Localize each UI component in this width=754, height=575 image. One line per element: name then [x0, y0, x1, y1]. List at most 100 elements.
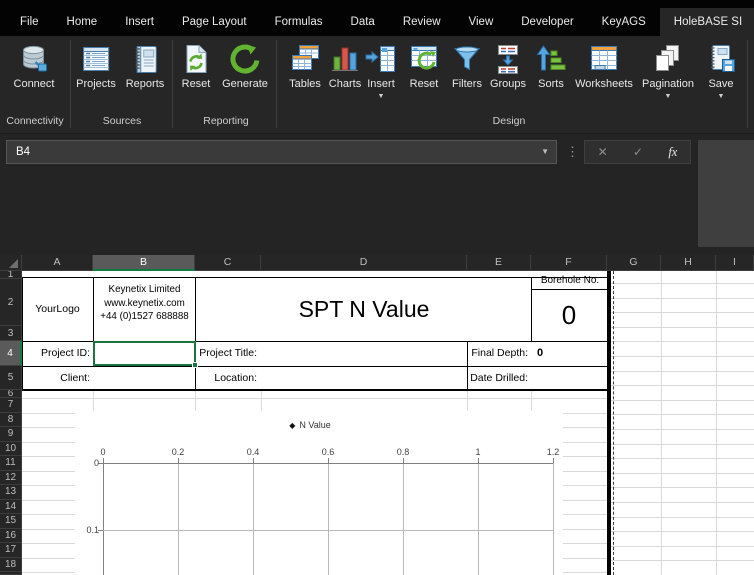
- row-header-9[interactable]: 9: [0, 427, 22, 442]
- tab-file[interactable]: File: [6, 8, 53, 36]
- column-header-G[interactable]: G: [607, 255, 661, 271]
- ribbon-button-sorts[interactable]: Sorts: [534, 42, 568, 90]
- ribbon-button-tables[interactable]: Tables: [288, 42, 322, 90]
- row-header-11[interactable]: 11: [0, 456, 22, 471]
- pagination-pages-icon: [651, 42, 685, 76]
- ribbon-button-groups[interactable]: Groups: [490, 42, 526, 90]
- ribbon-button-generate[interactable]: Generate: [222, 42, 268, 90]
- tab-view[interactable]: View: [455, 8, 508, 36]
- tab-home[interactable]: Home: [53, 8, 112, 36]
- ribbon-button-projects[interactable]: Projects: [76, 42, 116, 90]
- borehole-no-label[interactable]: Borehole No.: [533, 272, 607, 289]
- company-line: +44 (0)1527 688888: [100, 311, 189, 322]
- tab-insert[interactable]: Insert: [111, 8, 168, 36]
- column-header-F[interactable]: F: [531, 255, 607, 271]
- name-box-value: B4: [16, 146, 31, 158]
- column-header-E[interactable]: E: [467, 255, 531, 271]
- spt-chart[interactable]: ◆ N Value 0 0.2 0.4 0.6 0.8 1 1.2 0 0.1: [75, 411, 563, 575]
- group-label-design: Design: [492, 115, 526, 127]
- row-header-15[interactable]: 15: [0, 514, 22, 529]
- tab-data[interactable]: Data: [337, 8, 389, 36]
- tab-keyags[interactable]: KeyAGS: [588, 8, 660, 36]
- row-header-13[interactable]: 13: [0, 485, 22, 500]
- ribbon-button-worksheets[interactable]: Worksheets: [575, 42, 633, 90]
- tab-formulas[interactable]: Formulas: [261, 8, 337, 36]
- row-header-8[interactable]: 8: [0, 412, 22, 427]
- column-header-C[interactable]: C: [195, 255, 261, 271]
- tab-page-layout[interactable]: Page Layout: [168, 8, 261, 36]
- row-header-10[interactable]: 10: [0, 441, 22, 456]
- dropdown-arrow-icon[interactable]: ▼: [364, 93, 398, 100]
- ribbon-button-charts[interactable]: Charts: [328, 42, 362, 90]
- select-all-corner[interactable]: [0, 255, 22, 271]
- side-panel: [698, 140, 754, 247]
- column-header-H[interactable]: H: [661, 255, 716, 271]
- legend-series-name: N Value: [299, 420, 331, 430]
- ribbon: Connect Connectivity Projects Reports Source…: [0, 36, 754, 134]
- database-connect-icon: [17, 42, 51, 76]
- column-header-B[interactable]: B: [93, 255, 195, 271]
- row-header-14[interactable]: 14: [0, 499, 22, 514]
- tab-holebase-si[interactable]: HoleBASE SI: [659, 8, 754, 36]
- row-header-7[interactable]: 7: [0, 398, 22, 413]
- row-header-6[interactable]: 6: [0, 390, 22, 398]
- pane-split-bar[interactable]: [607, 271, 611, 575]
- fill-handle[interactable]: [192, 362, 198, 368]
- worksheet-icon: [587, 42, 621, 76]
- reports-notebook-icon: [128, 42, 162, 76]
- row-header-5[interactable]: 5: [0, 366, 22, 390]
- row-header-4[interactable]: 4: [0, 341, 22, 366]
- tab-review[interactable]: Review: [389, 8, 455, 36]
- row-header-1[interactable]: 1: [0, 271, 22, 279]
- project-title-label[interactable]: Project Title:: [197, 341, 257, 366]
- date-drilled-label[interactable]: Date Drilled:: [469, 366, 528, 390]
- ribbon-button-insert[interactable]: Insert ▼: [364, 42, 398, 100]
- client-label[interactable]: Client:: [24, 366, 90, 390]
- row-header-3[interactable]: 3: [0, 326, 22, 341]
- row-header-16[interactable]: 16: [0, 528, 22, 543]
- ribbon-button-filters[interactable]: Filters: [450, 42, 484, 90]
- column-header-D[interactable]: D: [261, 255, 467, 271]
- select-all-triangle-icon: [9, 259, 18, 268]
- dropdown-arrow-icon[interactable]: ▼: [642, 93, 694, 100]
- active-cell-selection[interactable]: [93, 341, 196, 366]
- formula-bar-handle[interactable]: ⋮: [566, 141, 579, 163]
- ribbon-button-connect[interactable]: Connect: [14, 42, 54, 90]
- row-header-17[interactable]: 17: [0, 543, 22, 558]
- ribbon-button-reset[interactable]: Reset: [407, 42, 441, 90]
- generate-refresh-icon: [228, 42, 262, 76]
- project-id-label[interactable]: Project ID:: [24, 341, 90, 366]
- enter-icon[interactable]: ✓: [633, 145, 643, 159]
- tables-icon: [288, 42, 322, 76]
- ribbon-button-reports[interactable]: Reports: [126, 42, 164, 90]
- insert-function-icon[interactable]: fx: [668, 145, 677, 160]
- dropdown-arrow-icon[interactable]: ▼: [704, 93, 738, 100]
- name-box[interactable]: B4 ▼: [6, 140, 557, 164]
- row-header-12[interactable]: 12: [0, 470, 22, 485]
- sorts-icon: [534, 42, 568, 76]
- name-box-dropdown-icon[interactable]: ▼: [541, 141, 549, 163]
- logo-placeholder[interactable]: YourLogo: [22, 277, 93, 341]
- ribbon-button-pagination[interactable]: Pagination ▼: [642, 42, 694, 100]
- borehole-no-value[interactable]: 0: [531, 289, 607, 341]
- ribbon-button-save[interactable]: Save ▼: [704, 42, 738, 100]
- company-address-block[interactable]: Keynetix Limited www.keynetix.com +44 (0…: [96, 283, 193, 324]
- final-depth-value[interactable]: 0: [537, 341, 577, 366]
- column-header-I[interactable]: I: [716, 255, 754, 271]
- report-title[interactable]: SPT N Value: [261, 277, 467, 341]
- y-tick-label: 0.1: [86, 525, 99, 535]
- location-label[interactable]: Location:: [197, 366, 257, 390]
- formula-bar-buttons: ✕ ✓ fx: [584, 140, 691, 164]
- groups-icon: [491, 42, 525, 76]
- column-header-A[interactable]: A: [22, 255, 93, 271]
- cancel-icon[interactable]: ✕: [598, 145, 608, 159]
- y-tick-label: 0: [93, 458, 99, 468]
- row-header-18[interactable]: 18: [0, 557, 22, 572]
- final-depth-label[interactable]: Final Depth:: [469, 341, 528, 366]
- filter-funnel-icon: [450, 42, 484, 76]
- tab-developer[interactable]: Developer: [507, 8, 587, 36]
- page-break-line: [613, 271, 614, 575]
- ribbon-button-reset[interactable]: Reset: [179, 42, 213, 90]
- row-header-2[interactable]: 2: [0, 279, 22, 326]
- reset-table-icon: [407, 42, 441, 76]
